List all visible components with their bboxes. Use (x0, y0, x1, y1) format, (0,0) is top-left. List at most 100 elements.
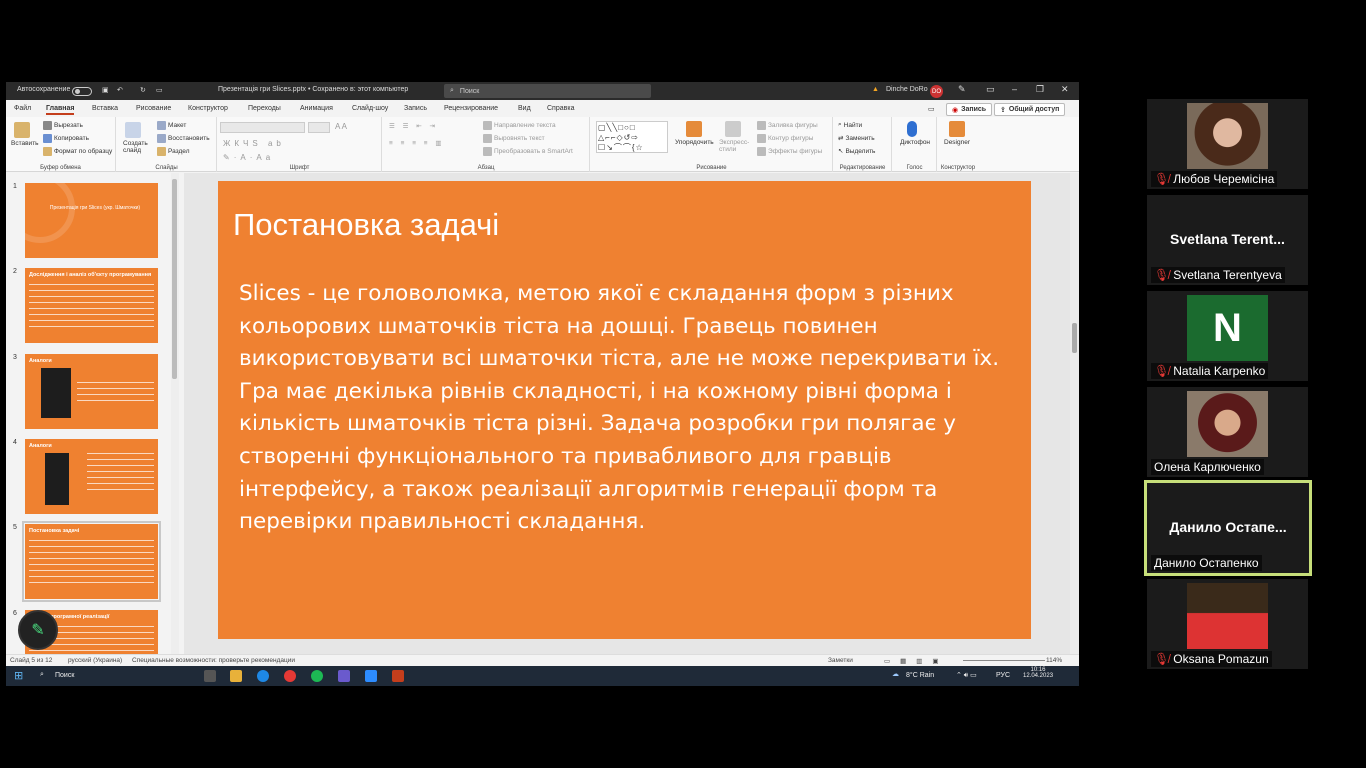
participant-tile[interactable]: 🎙︎̸ Любов Черемісіна (1147, 99, 1308, 189)
record-button[interactable]: ◉ Запись (946, 103, 993, 116)
zoom-icon[interactable] (365, 670, 377, 682)
weather-text[interactable]: 8°C Rain (906, 672, 934, 679)
zoom-level[interactable]: 114% (1046, 657, 1062, 664)
slide-thumbnail[interactable]: Аналоги (25, 354, 158, 429)
participant-tile[interactable]: Олена Карлюченко (1147, 387, 1308, 477)
tab-9[interactable]: Рецензирование (444, 105, 498, 112)
edge-icon[interactable] (257, 670, 269, 682)
dictate-button[interactable]: Диктофон (900, 139, 930, 146)
tab-0[interactable]: Файл (14, 105, 31, 112)
file-explorer-icon[interactable] (230, 670, 242, 682)
thumbnails-scrollbar[interactable] (171, 173, 179, 654)
powerpoint-taskbar-icon[interactable] (392, 670, 404, 682)
section-button[interactable]: Раздел (157, 147, 189, 156)
current-slide[interactable]: Постановка задачі Slices - це головоломк… (218, 181, 1031, 639)
slide-thumbnail[interactable]: Постановка задачі (22, 521, 161, 602)
document-title[interactable]: Презентація гри Slices.pptx • Сохранено … (218, 86, 408, 93)
arrange-icon[interactable] (686, 121, 702, 137)
task-view-icon[interactable] (204, 670, 216, 682)
font-format-buttons[interactable]: ЖКЧS ab (223, 139, 285, 148)
save-icon[interactable]: ▣ (102, 86, 109, 94)
teams-icon[interactable] (338, 670, 350, 682)
tab-5[interactable]: Переходы (248, 105, 281, 112)
participant-tile[interactable]: Данило Остапе... Данило Остапенко (1144, 480, 1312, 576)
tab-6[interactable]: Анимация (300, 105, 333, 112)
tab-7[interactable]: Слайд-шоу (352, 105, 388, 112)
pen-icon[interactable]: ✎ (958, 84, 966, 95)
redo-icon[interactable]: ↻ (140, 86, 146, 94)
minimize-button[interactable]: – (1012, 84, 1017, 94)
slideshow-icon[interactable]: ▭ (156, 86, 163, 94)
tab-1[interactable]: Главная (46, 105, 75, 115)
font-color-buttons[interactable]: ✎·A·Aa (223, 153, 274, 162)
notes-button[interactable]: Заметки (828, 657, 853, 664)
tab-3[interactable]: Рисование (136, 105, 171, 112)
slide-body-text[interactable]: Slices - це головоломка, метою якої є ск… (239, 278, 1019, 539)
tab-8[interactable]: Запись (404, 105, 427, 112)
maximize-button[interactable]: ❐ (1036, 84, 1044, 95)
tab-4[interactable]: Конструктор (188, 105, 228, 112)
grow-font-icon[interactable]: A A (335, 122, 347, 131)
participant-tile[interactable]: 🎙︎̸ Oksana Pomazun (1147, 579, 1308, 669)
search-box[interactable]: ⌕ Поиск (444, 84, 651, 98)
shape-outline-button[interactable]: Контур фигуры (757, 134, 813, 143)
slide-thumbnail[interactable]: Аналоги (25, 439, 158, 514)
designer-button[interactable]: Designer (944, 139, 970, 146)
select-button[interactable]: ↖ Выделить (838, 147, 875, 156)
replace-button[interactable]: ⇄ Заменить (838, 134, 875, 143)
chrome-icon[interactable] (284, 670, 296, 682)
tab-2[interactable]: Вставка (92, 105, 118, 112)
user-avatar[interactable]: DO (930, 85, 943, 98)
paste-button[interactable]: Вставить (11, 140, 39, 147)
spotify-icon[interactable] (311, 670, 323, 682)
clock[interactable]: 10:16 12.04.2023 (1023, 667, 1053, 679)
arrange-button[interactable]: Упорядочить (675, 139, 714, 146)
reset-button[interactable]: Восстановить (157, 134, 210, 143)
quick-styles-button[interactable]: Экспресс-стили (719, 139, 751, 153)
zoom-slider[interactable] (963, 660, 1045, 661)
microphone-icon[interactable] (907, 121, 917, 137)
user-name[interactable]: Dinche DoRo (886, 86, 928, 93)
shape-fill-button[interactable]: Заливка фигуры (757, 121, 818, 130)
list-buttons[interactable]: ☰ ☰ ⇤ ⇥ (389, 122, 438, 130)
language-indicator[interactable]: русский (Украина) (68, 657, 122, 664)
comments-icon[interactable]: ▭ (928, 105, 935, 113)
tab-11[interactable]: Справка (547, 105, 574, 112)
close-button[interactable]: ✕ (1061, 84, 1069, 95)
font-name-select[interactable] (220, 122, 305, 133)
quick-styles-icon[interactable] (725, 121, 741, 137)
shapes-gallery[interactable]: ▢╲╲□○□ △⌐⌐◇↺⇨ ☐↘⌒⌒{☆ (596, 121, 668, 153)
ribbon-display-icon[interactable]: ▭ (986, 84, 995, 95)
windows-start-icon[interactable]: ⊞ (14, 669, 23, 682)
taskbar-search-icon[interactable]: ⌕ (40, 671, 44, 679)
align-text-button[interactable]: Выровнять текст (483, 134, 545, 143)
accessibility-indicator[interactable]: Специальные возможности: проверьте реком… (132, 657, 295, 664)
cut-button[interactable]: Вырезать (43, 121, 83, 130)
copy-button[interactable]: Копировать (43, 134, 89, 143)
autosave-toggle[interactable] (72, 87, 92, 96)
slide-thumbnail[interactable]: Дослідження і аналіз об'єкту програмуван… (25, 268, 158, 343)
tab-10[interactable]: Вид (518, 105, 531, 112)
align-buttons[interactable]: ≡ ≡ ≡ ≡ ▥ (389, 139, 445, 147)
undo-icon[interactable]: ↶ (117, 86, 123, 94)
new-slide-icon[interactable] (125, 122, 141, 138)
slide-thumbnail[interactable]: Презентація гри Slices (укр. Шматочки) (25, 183, 158, 258)
editor-scrollbar[interactable] (1070, 173, 1079, 654)
designer-icon[interactable] (949, 121, 965, 137)
smartart-button[interactable]: Преобразовать в SmartArt (483, 147, 573, 156)
participant-tile[interactable]: N 🎙︎̸ Natalia Karpenko (1147, 291, 1308, 381)
paste-icon[interactable] (14, 122, 30, 138)
system-tray-icons[interactable]: ⌃ 🔊︎ ▭ (956, 671, 977, 680)
format-painter-button[interactable]: Формат по образцу (43, 147, 112, 156)
text-direction-button[interactable]: Направление текста (483, 121, 556, 130)
font-size-select[interactable] (308, 122, 330, 133)
shape-effects-button[interactable]: Эффекты фигуры (757, 147, 822, 156)
input-language[interactable]: РУС (996, 672, 1010, 679)
view-buttons[interactable]: ▭▦▥▣ (884, 657, 949, 665)
layout-button[interactable]: Макет (157, 121, 186, 130)
annotate-pencil-button[interactable]: ✎ (18, 610, 58, 650)
taskbar-search[interactable]: Поиск (55, 672, 74, 679)
new-slide-button[interactable]: Создать слайд (123, 140, 149, 154)
participant-tile[interactable]: Svetlana Terent... 🎙︎̸ Svetlana Terentyeva (1147, 195, 1308, 285)
slide-title[interactable]: Постановка задачі (233, 207, 499, 243)
